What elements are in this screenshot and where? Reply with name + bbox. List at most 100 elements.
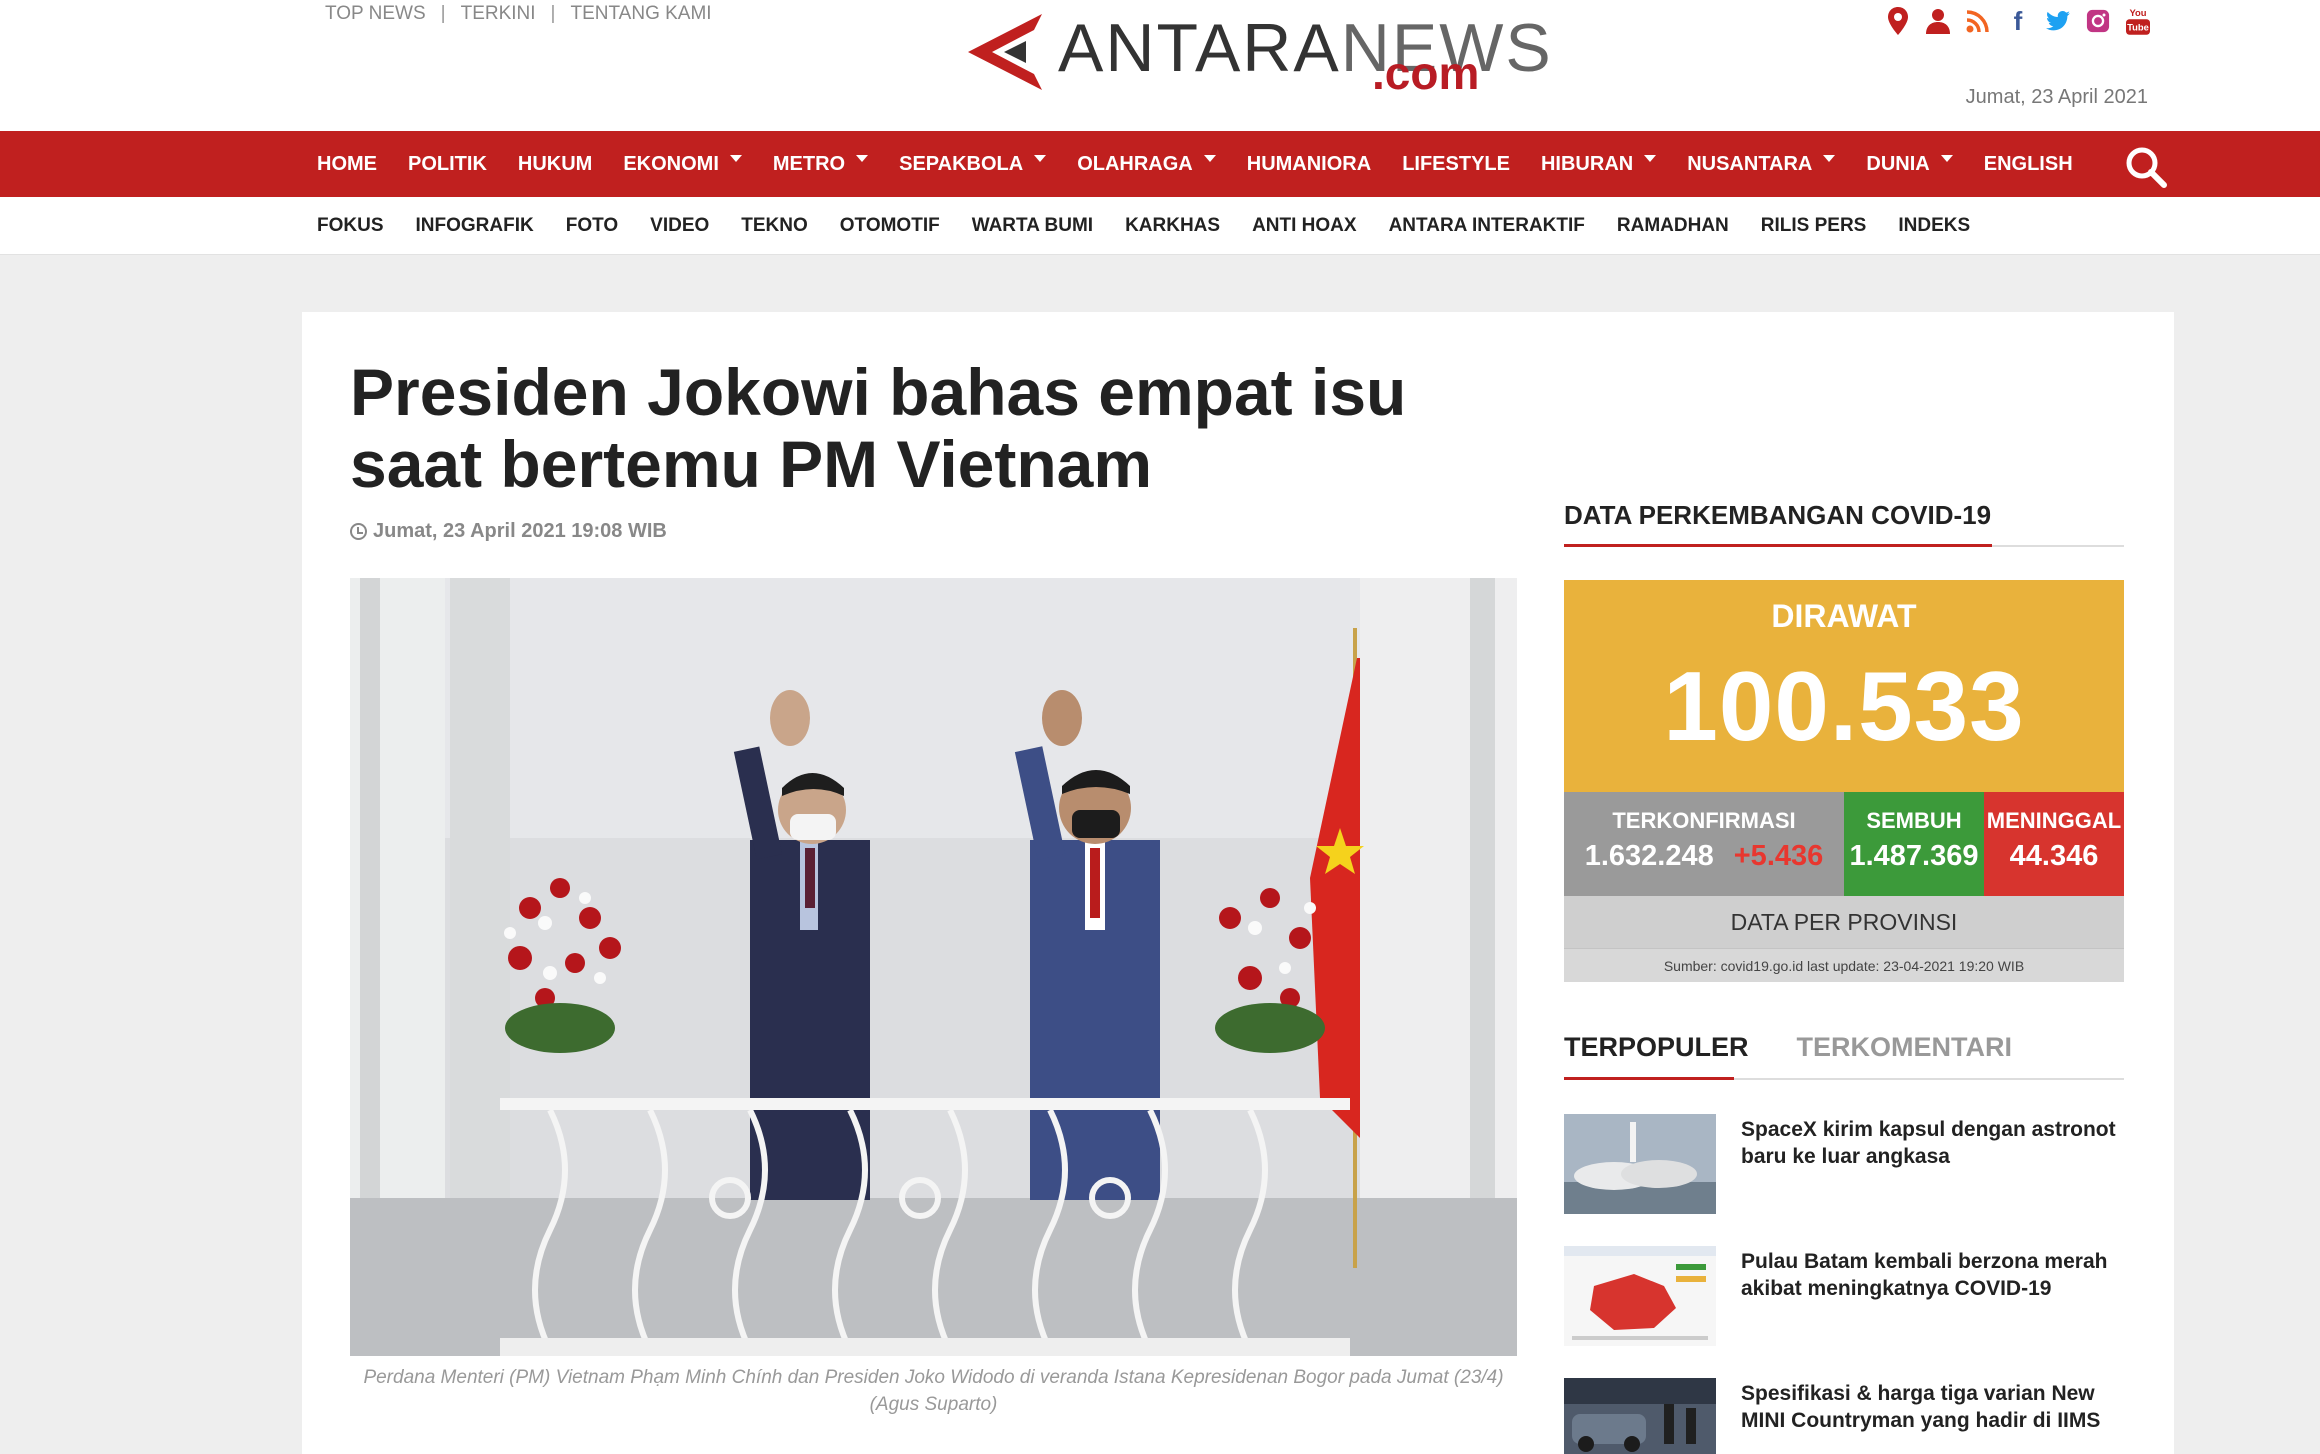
tab-terkomentari[interactable]: TERKOMENTARI (1797, 1032, 2013, 1063)
covid-source-note: Sumber: covid19.go.id last update: 23-04… (1564, 948, 2124, 982)
nav-item-label: LIFESTYLE (1402, 152, 1510, 175)
divider-accent (1564, 1077, 1734, 1080)
sembuh-label: SEMBUH (1866, 808, 1962, 833)
nav-item-label: HIBURAN (1540, 152, 1634, 175)
subnav-item-video[interactable]: VIDEO (650, 215, 709, 237)
popular-item-title[interactable]: SpaceX kirim kapsul dengan astronot baru… (1741, 1116, 2124, 1170)
nav-item-hiburan[interactable]: HIBURAN (1540, 152, 1657, 176)
nav-item-label: HOME (317, 152, 377, 175)
nav-item-olahraga[interactable]: OLAHRAGA (1077, 153, 1216, 176)
nav-item-hukum[interactable]: HUKUM (518, 153, 592, 176)
nav-item-humaniora[interactable]: HUMANIORA (1247, 153, 1371, 176)
subnav-item-otomotif[interactable]: OTOMOTIF (840, 215, 940, 237)
map-marker-icon[interactable] (1886, 7, 1910, 35)
chevron-down-icon (1034, 154, 1047, 162)
terkonfirmasi-delta: +5.436 (1733, 840, 1824, 872)
clock-icon (350, 523, 367, 540)
article-date-text: Jumat, 23 April 2021 19:08 WIB (373, 520, 667, 542)
social-icons: f You Tube (1886, 7, 2150, 35)
meninggal-value: 44.346 (2009, 840, 2099, 872)
popular-item-title[interactable]: Spesifikasi & harga tiga varian New MINI… (1741, 1380, 2124, 1434)
top-link-terkini[interactable]: TERKINI (461, 3, 536, 25)
photo-caption: Perdana Menteri (PM) Vietnam Phạm Minh C… (363, 1367, 1504, 1415)
popular-thumbnail[interactable] (1564, 1378, 1716, 1454)
covid-dirawat-box: DIRAWAT 100.533 (1564, 580, 2124, 792)
nav-item-politik[interactable]: POLITIK (408, 153, 487, 176)
terkonfirmasi-label: TERKONFIRMASI (1612, 808, 1796, 833)
terkonfirmasi-value: 1.632.248 (1584, 840, 1714, 872)
article-card: Presiden Jokowi bahas empat isu saat ber… (302, 312, 2174, 1454)
antaranews-logo[interactable]: ANTARANEWS .com (964, 4, 1551, 100)
sub-navigation: FOKUS INFOGRAFIK FOTO VIDEO TEKNO OTOMOTIF WAR… (0, 197, 2320, 255)
chevron-down-icon (1940, 154, 1953, 162)
subnav-item-indeks[interactable]: INDEKS (1898, 215, 1970, 237)
twitter-icon[interactable] (2046, 7, 2070, 35)
top-link-tentang-kami[interactable]: TENTANG KAMI (570, 3, 711, 25)
logo-text-com: .com (1372, 47, 1480, 99)
svg-text:Tube: Tube (2127, 21, 2149, 32)
subnav-item-tekno[interactable]: TEKNO (741, 215, 808, 237)
tab-terpopuler[interactable]: TERPOPULER (1564, 1032, 1749, 1063)
popular-thumbnail[interactable] (1564, 1114, 1716, 1214)
top-link-top-news[interactable]: TOP NEWS (325, 3, 426, 25)
top-links: TOP NEWS | TERKINI | TENTANG KAMI (325, 3, 712, 25)
main-navigation: HOME POLITIK HUKUM EKONOMI METRO SEPAKBOLA OLA… (0, 131, 2320, 197)
nav-item-label: HUMANIORA (1246, 152, 1372, 175)
popular-item[interactable]: Pulau Batam kembali berzona merah akibat… (1564, 1246, 2124, 1346)
chevron-down-icon (1644, 154, 1657, 162)
article-date: Jumat, 23 April 2021 19:08 WIB (350, 520, 667, 543)
site-header: TOP NEWS | TERKINI | TENTANG KAMI ANTARA… (0, 0, 2320, 131)
instagram-icon[interactable] (2086, 7, 2110, 35)
divider-accent (1564, 544, 1992, 547)
nav-item-label: EKONOMI (623, 152, 719, 175)
nav-item-label: ENGLISH (1983, 152, 2073, 175)
subnav-item-ramadhan[interactable]: RAMADHAN (1617, 215, 1729, 237)
nav-item-dunia[interactable]: DUNIA (1866, 152, 1953, 176)
data-per-provinsi-button[interactable]: DATA PER PROVINSI (1564, 896, 2124, 948)
chevron-down-icon (729, 154, 742, 162)
user-icon[interactable] (1926, 7, 1950, 35)
chevron-down-icon (856, 154, 869, 162)
popular-item[interactable]: SpaceX kirim kapsul dengan astronot baru… (1564, 1114, 2124, 1214)
nav-item-label: DUNIA (1866, 152, 1930, 175)
popular-thumbnail[interactable] (1564, 1246, 1716, 1346)
youtube-icon[interactable]: You Tube (2126, 7, 2150, 35)
nav-item-nusantara[interactable]: NUSANTARA (1687, 152, 1836, 176)
subnav-item-karkhas[interactable]: KARKHAS (1125, 215, 1220, 237)
nav-item-home[interactable]: HOME (317, 153, 377, 176)
facebook-icon[interactable]: f (2006, 7, 2030, 35)
popular-item-title[interactable]: Pulau Batam kembali berzona merah akibat… (1741, 1248, 2124, 1302)
chevron-down-icon (1823, 154, 1836, 162)
nav-item-label: OLAHRAGA (1077, 152, 1193, 175)
svg-text:You: You (2129, 7, 2146, 18)
dirawat-value: 100.533 (1663, 651, 2025, 761)
nav-item-label: SEPAKBOLA (899, 152, 1024, 175)
rss-icon[interactable] (1966, 7, 1990, 35)
article-title: Presiden Jokowi bahas empat isu saat ber… (350, 355, 1407, 501)
search-icon[interactable] (2124, 145, 2168, 189)
nav-item-label: NUSANTARA (1687, 152, 1813, 175)
covid-stats-row: TERKONFIRMASI 1.632.248 +5.436 SEMBUH 1.4… (1564, 792, 2124, 896)
subnav-item-rilis-pers[interactable]: RILIS PERS (1761, 215, 1867, 237)
popular-tabs: TERPOPULER TERKOMENTARI (1564, 1032, 2012, 1063)
dirawat-label: DIRAWAT (1771, 598, 1917, 634)
subnav-item-foto[interactable]: FOTO (566, 215, 618, 237)
antara-logo-mark (968, 14, 1042, 90)
logo-text-antara: ANTARA (1058, 10, 1341, 86)
nav-item-lifestyle[interactable]: LIFESTYLE (1402, 153, 1510, 176)
article-photo[interactable] (350, 578, 1517, 1356)
nav-item-label: HUKUM (517, 152, 593, 175)
subnav-item-infografik[interactable]: INFOGRAFIK (416, 215, 534, 237)
nav-item-english[interactable]: ENGLISH (1984, 153, 2073, 176)
subnav-item-anti-hoax[interactable]: ANTI HOAX (1252, 215, 1357, 237)
covid-section-title: DATA PERKEMBANGAN COVID-19 (1564, 500, 1992, 530)
nav-item-metro[interactable]: METRO (773, 153, 869, 176)
popular-item[interactable]: Spesifikasi & harga tiga varian New MINI… (1564, 1378, 2124, 1454)
nav-item-sepakbola[interactable]: SEPAKBOLA (899, 152, 1047, 176)
subnav-item-antara-interaktif[interactable]: ANTARA INTERAKTIF (1389, 215, 1585, 237)
subnav-item-fokus[interactable]: FOKUS (317, 215, 384, 237)
nav-item-ekonomi[interactable]: EKONOMI (623, 153, 742, 176)
divider: | (550, 3, 556, 24)
sembuh-value: 1.487.369 (1849, 840, 1979, 872)
subnav-item-warta-bumi[interactable]: WARTA BUMI (972, 215, 1093, 237)
